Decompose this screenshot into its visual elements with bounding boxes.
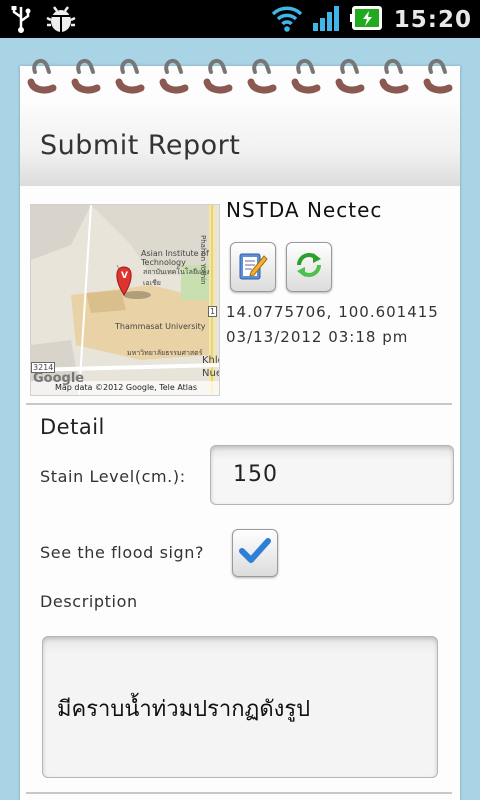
edit-location-button[interactable] — [230, 242, 276, 292]
detail-heading: Detail — [40, 415, 105, 439]
status-bar: 15:20 — [0, 0, 480, 38]
stain-level-label: Stain Level(cm.): — [40, 467, 186, 486]
signal-icon — [312, 4, 342, 36]
map-label-nue: Nue — [202, 368, 220, 379]
map-label-ait-thai: สถาบันเทคโนโลยีแห่งเอเชีย — [143, 268, 210, 287]
battery-charging-icon — [349, 3, 386, 37]
flood-sign-label: See the flood sign? — [40, 543, 205, 562]
refresh-location-button[interactable] — [286, 242, 332, 292]
binding-ring-icon — [379, 58, 409, 94]
checkmark-icon — [238, 536, 272, 570]
bottom-divider — [26, 792, 452, 794]
page-title: Submit Report — [40, 130, 241, 161]
binding-ring-icon — [291, 58, 321, 94]
description-label: Description — [40, 592, 138, 611]
binding-ring-icon — [71, 58, 101, 94]
map-label-ait: Asian Institute of Technology — [141, 249, 209, 267]
map-label-thammasat: Thammasat University — [115, 322, 206, 331]
map-label-road: Phahon Yothin — [199, 235, 207, 285]
description-input[interactable]: มีคราบน้ำท่วมปรากฏดังรูป — [42, 636, 438, 778]
location-map[interactable]: Asian Institute of Technology สถาบันเทคโ… — [30, 204, 220, 396]
refresh-icon — [293, 249, 325, 285]
divider — [26, 403, 452, 405]
report-datetime: 03/13/2012 03:18 pm — [226, 328, 409, 346]
location-name: NSTDA Nectec — [226, 198, 383, 222]
report-form: Submit Report Asian Institute of Technol… — [20, 66, 460, 800]
wifi-icon — [270, 3, 304, 37]
description-text: มีคราบน้ำท่วมปรากฏดังรูป — [57, 697, 311, 722]
stain-level-input[interactable]: 150 — [210, 445, 454, 505]
android-debug-icon — [46, 4, 76, 38]
binding-ring-icon — [159, 58, 189, 94]
binding-ring-icon — [247, 58, 277, 94]
map-label-route-1: 1 — [208, 306, 218, 317]
notepad-binding — [20, 54, 460, 104]
location-coordinates: 14.0775706, 100.601415 — [226, 303, 439, 321]
binding-ring-icon — [115, 58, 145, 94]
binding-ring-icon — [203, 58, 233, 94]
edit-note-icon — [237, 248, 269, 286]
flood-sign-checkbox[interactable] — [232, 529, 278, 577]
usb-icon — [10, 5, 32, 37]
binding-ring-icon — [335, 58, 365, 94]
clock: 15:20 — [393, 7, 472, 33]
map-graphic — [31, 205, 219, 395]
map-label-thammasat-thai: มหาวิทยาลัยธรรมศาสตร์ — [127, 349, 203, 357]
binding-ring-icon — [423, 58, 453, 94]
map-label-khlo: Khlo — [202, 355, 219, 366]
map-attribution: Map data ©2012 Google, Tele Atlas — [55, 383, 198, 392]
map-marker-label: V — [121, 271, 128, 281]
binding-ring-icon — [27, 58, 57, 94]
